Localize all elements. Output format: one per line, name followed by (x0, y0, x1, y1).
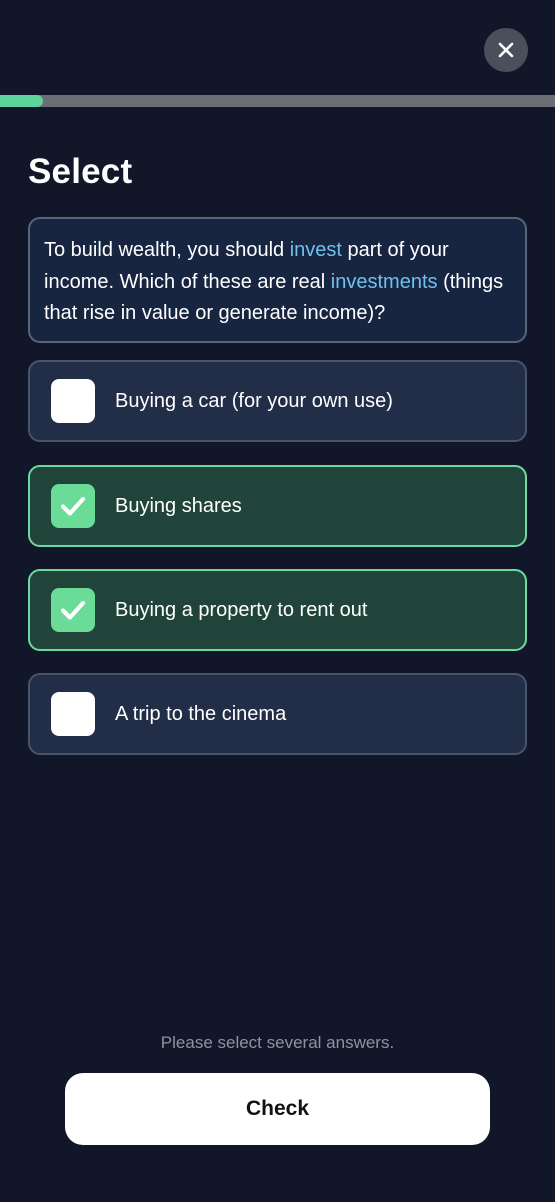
checkbox[interactable] (51, 692, 95, 736)
progress-fill (0, 95, 44, 107)
option-label: A trip to the cinema (115, 702, 287, 725)
option-label: Buying a property to rent out (115, 598, 368, 621)
page-title: Select (28, 152, 133, 191)
checkmark-icon (60, 600, 86, 620)
option-label: Buying a car (for your own use) (115, 389, 393, 412)
check-button[interactable]: Check (65, 1073, 490, 1145)
option-label: Buying shares (115, 494, 242, 517)
question-text: To build wealth, you should (44, 239, 290, 261)
checkbox[interactable] (51, 379, 95, 423)
option-buying-shares[interactable]: Buying shares (28, 465, 527, 547)
checkbox[interactable] (51, 588, 95, 632)
option-cinema-trip[interactable]: A trip to the cinema (28, 673, 527, 755)
option-buying-property[interactable]: Buying a property to rent out (28, 569, 527, 651)
checkbox[interactable] (51, 484, 95, 528)
option-buying-car[interactable]: Buying a car (for your own use) (28, 360, 527, 442)
quiz-screen: Select To build wealth, you should inves… (0, 0, 555, 1202)
question-highlight-investments: investments (330, 270, 438, 293)
progress-bar (0, 95, 555, 107)
question-highlight-invest: invest (289, 239, 342, 261)
hint-text: Please select several answers. (160, 1033, 395, 1052)
question-box: To build wealth, you should invest part … (28, 217, 527, 343)
close-button[interactable] (484, 28, 528, 72)
close-icon (498, 42, 514, 58)
checkmark-icon (60, 496, 86, 516)
